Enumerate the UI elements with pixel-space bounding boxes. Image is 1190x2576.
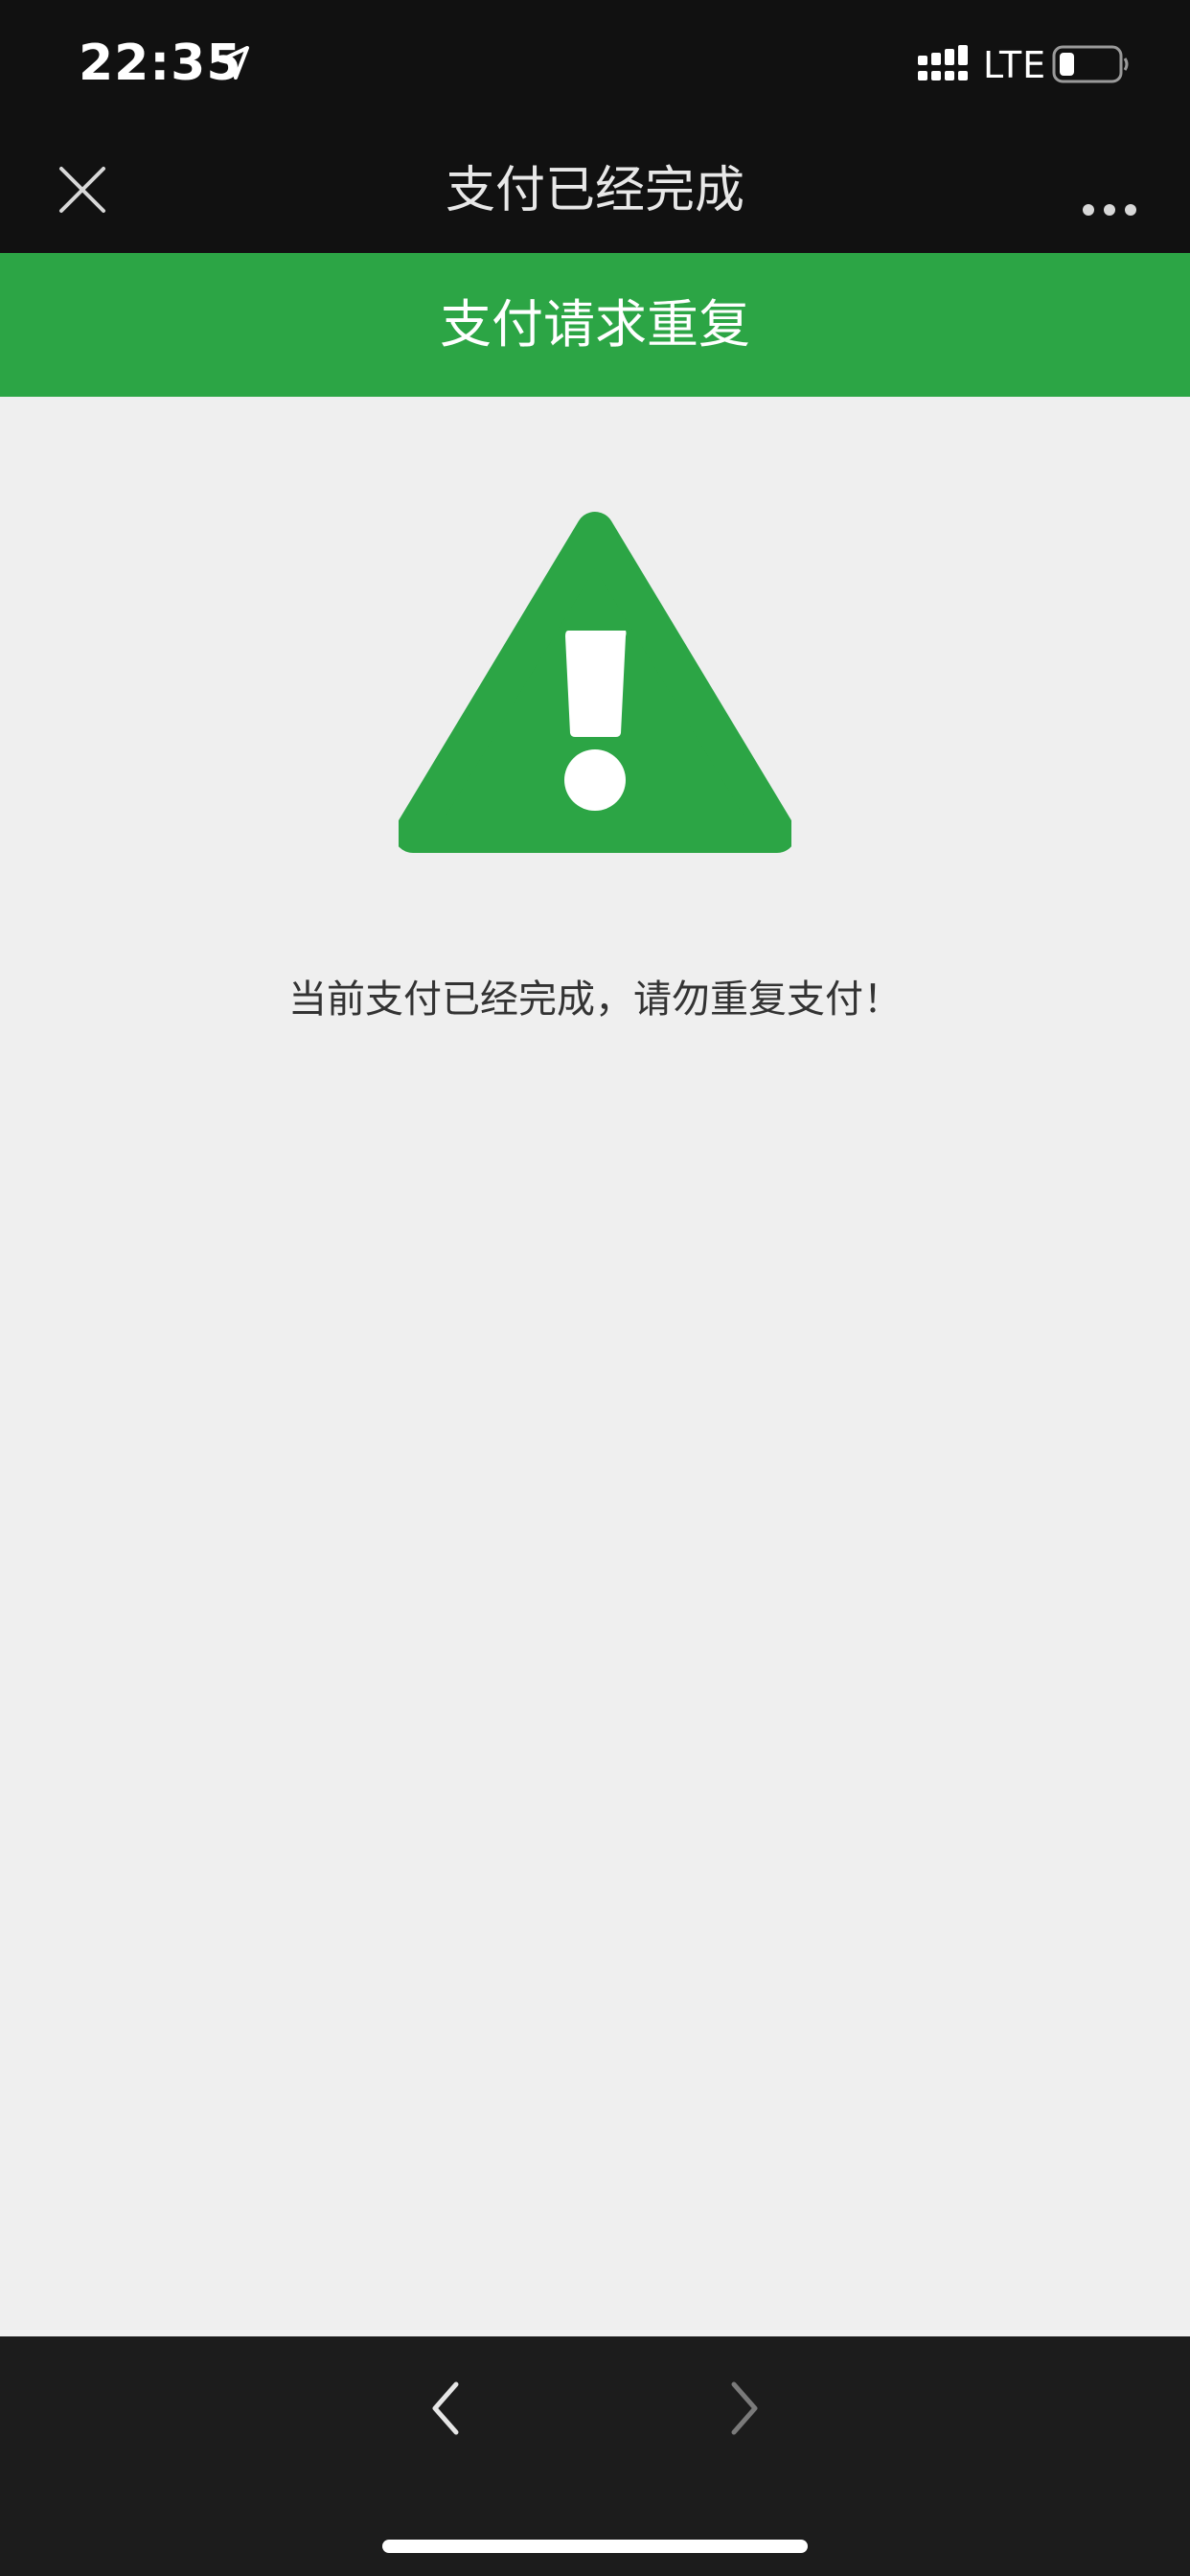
warning-icon — [399, 512, 791, 853]
more-button[interactable] — [1069, 150, 1150, 230]
message-text: 当前支付已经完成，请勿重复支付！ — [288, 978, 902, 1022]
network-label: LTE — [983, 44, 1047, 86]
home-indicator[interactable] — [382, 2540, 808, 2553]
forward-button[interactable] — [709, 2375, 776, 2442]
close-icon — [59, 167, 105, 213]
more-icon — [1083, 204, 1136, 216]
bottom-toolbar — [0, 2336, 1190, 2576]
status-bar: 22:35 LTE — [0, 0, 1190, 128]
chevron-right-icon — [731, 2381, 758, 2435]
chevron-left-icon — [432, 2381, 459, 2435]
back-button[interactable] — [414, 2375, 481, 2442]
header-banner: 支付请求重复 — [0, 253, 1190, 397]
screen: 22:35 LTE 支付已经完成 支付请求重复 当前支付已经完成，请勿重复支付！ — [0, 0, 1190, 2576]
page-title: 支付已经完成 — [445, 162, 744, 219]
close-button[interactable] — [42, 150, 123, 230]
location-arrow-icon — [218, 46, 249, 80]
nav-bar: 支付已经完成 — [0, 128, 1190, 253]
signal-icon — [918, 45, 968, 80]
banner-title: 支付请求重复 — [440, 294, 750, 355]
battery-icon — [1052, 45, 1129, 83]
